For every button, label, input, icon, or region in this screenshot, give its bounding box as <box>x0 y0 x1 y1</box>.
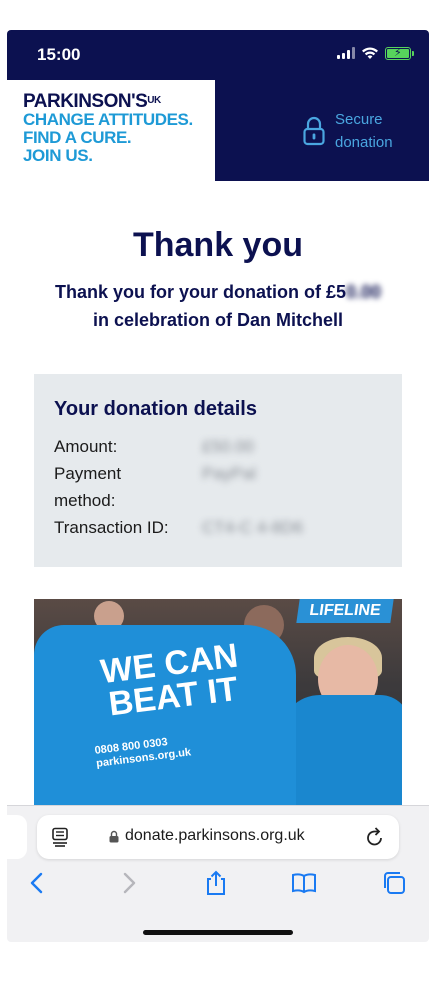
url-text: donate.parkinsons.org.uk <box>125 827 305 844</box>
detail-value: £50.00 <box>202 437 254 456</box>
donation-details-card: Your donation details Amount: £50.00 Pay… <box>34 374 402 567</box>
detail-label: Amount: <box>54 437 118 456</box>
obscured-amount: 0.00 <box>345 282 382 302</box>
donation-details-title: Your donation details <box>54 398 257 420</box>
campaign-photo: LIFELINE WE CAN BEAT IT 0808 800 0303 pa… <box>34 599 402 815</box>
lifeline-sign: LIFELINE <box>296 599 394 623</box>
forward-icon[interactable] <box>115 870 141 896</box>
padlock-icon <box>303 116 325 146</box>
status-bar: 15:00 ⚡ <box>7 30 429 80</box>
wifi-icon <box>362 47 378 59</box>
share-icon[interactable] <box>203 870 229 896</box>
page-title: Thank you <box>132 226 304 264</box>
secure-label-line2: donation <box>335 134 393 151</box>
lock-icon <box>109 830 119 842</box>
thank-you-text: Thank you for your donation of £5 <box>54 282 346 302</box>
cellular-signal-icon <box>337 47 355 59</box>
status-time: 15:00 <box>37 45 81 64</box>
logo-tagline-1: CHANGE ATTITUDES. <box>23 110 193 129</box>
page-menu-icon[interactable] <box>51 827 69 847</box>
detail-row-amount: Amount: £50.00 <box>54 433 382 460</box>
secure-label-line1: Secure <box>335 111 383 128</box>
detail-value: PayPal <box>202 464 256 483</box>
tabs-icon[interactable] <box>381 870 407 896</box>
thank-you-message: Thank you for your donation of £50.00 in… <box>27 278 409 334</box>
browser-chrome: donate.parkinsons.org.uk <box>7 805 429 942</box>
reload-icon[interactable] <box>365 826 385 848</box>
bookmarks-icon[interactable] <box>291 870 317 896</box>
browser-toolbar <box>7 870 429 910</box>
battery-charging-icon: ⚡ <box>385 46 414 60</box>
status-icons: ⚡ <box>337 46 414 60</box>
detail-row-transaction-id: Transaction ID: CT4-C 4-8D6 <box>54 514 382 541</box>
detail-row-payment-method: Payment method: PayPal <box>54 460 382 514</box>
home-indicator[interactable] <box>143 930 293 935</box>
previous-tab-edge[interactable] <box>7 815 27 859</box>
site-header: 15:00 ⚡ PARKINSON'SUK CHANGE ATTITUDES. … <box>7 30 429 181</box>
back-icon[interactable] <box>25 870 51 896</box>
secure-donation-badge: Secure donation <box>303 108 393 154</box>
phone-screen: 15:00 ⚡ PARKINSON'SUK CHANGE ATTITUDES. … <box>7 30 429 942</box>
parkinsons-logo[interactable]: PARKINSON'SUK CHANGE ATTITUDES. FIND A C… <box>7 80 215 181</box>
detail-label: Payment method: <box>54 464 122 510</box>
logo-name: PARKINSON'S <box>23 91 148 112</box>
logo-tagline-2: FIND A CURE. <box>23 128 132 147</box>
detail-value: CT4-C 4-8D6 <box>202 518 304 537</box>
detail-label: Transaction ID: <box>54 518 169 537</box>
celebration-text: in celebration of Dan Mitchell <box>92 310 344 330</box>
logo-suffix: UK <box>147 95 161 106</box>
logo-tagline-3: JOIN US. <box>23 146 93 165</box>
address-bar[interactable]: donate.parkinsons.org.uk <box>37 815 399 859</box>
